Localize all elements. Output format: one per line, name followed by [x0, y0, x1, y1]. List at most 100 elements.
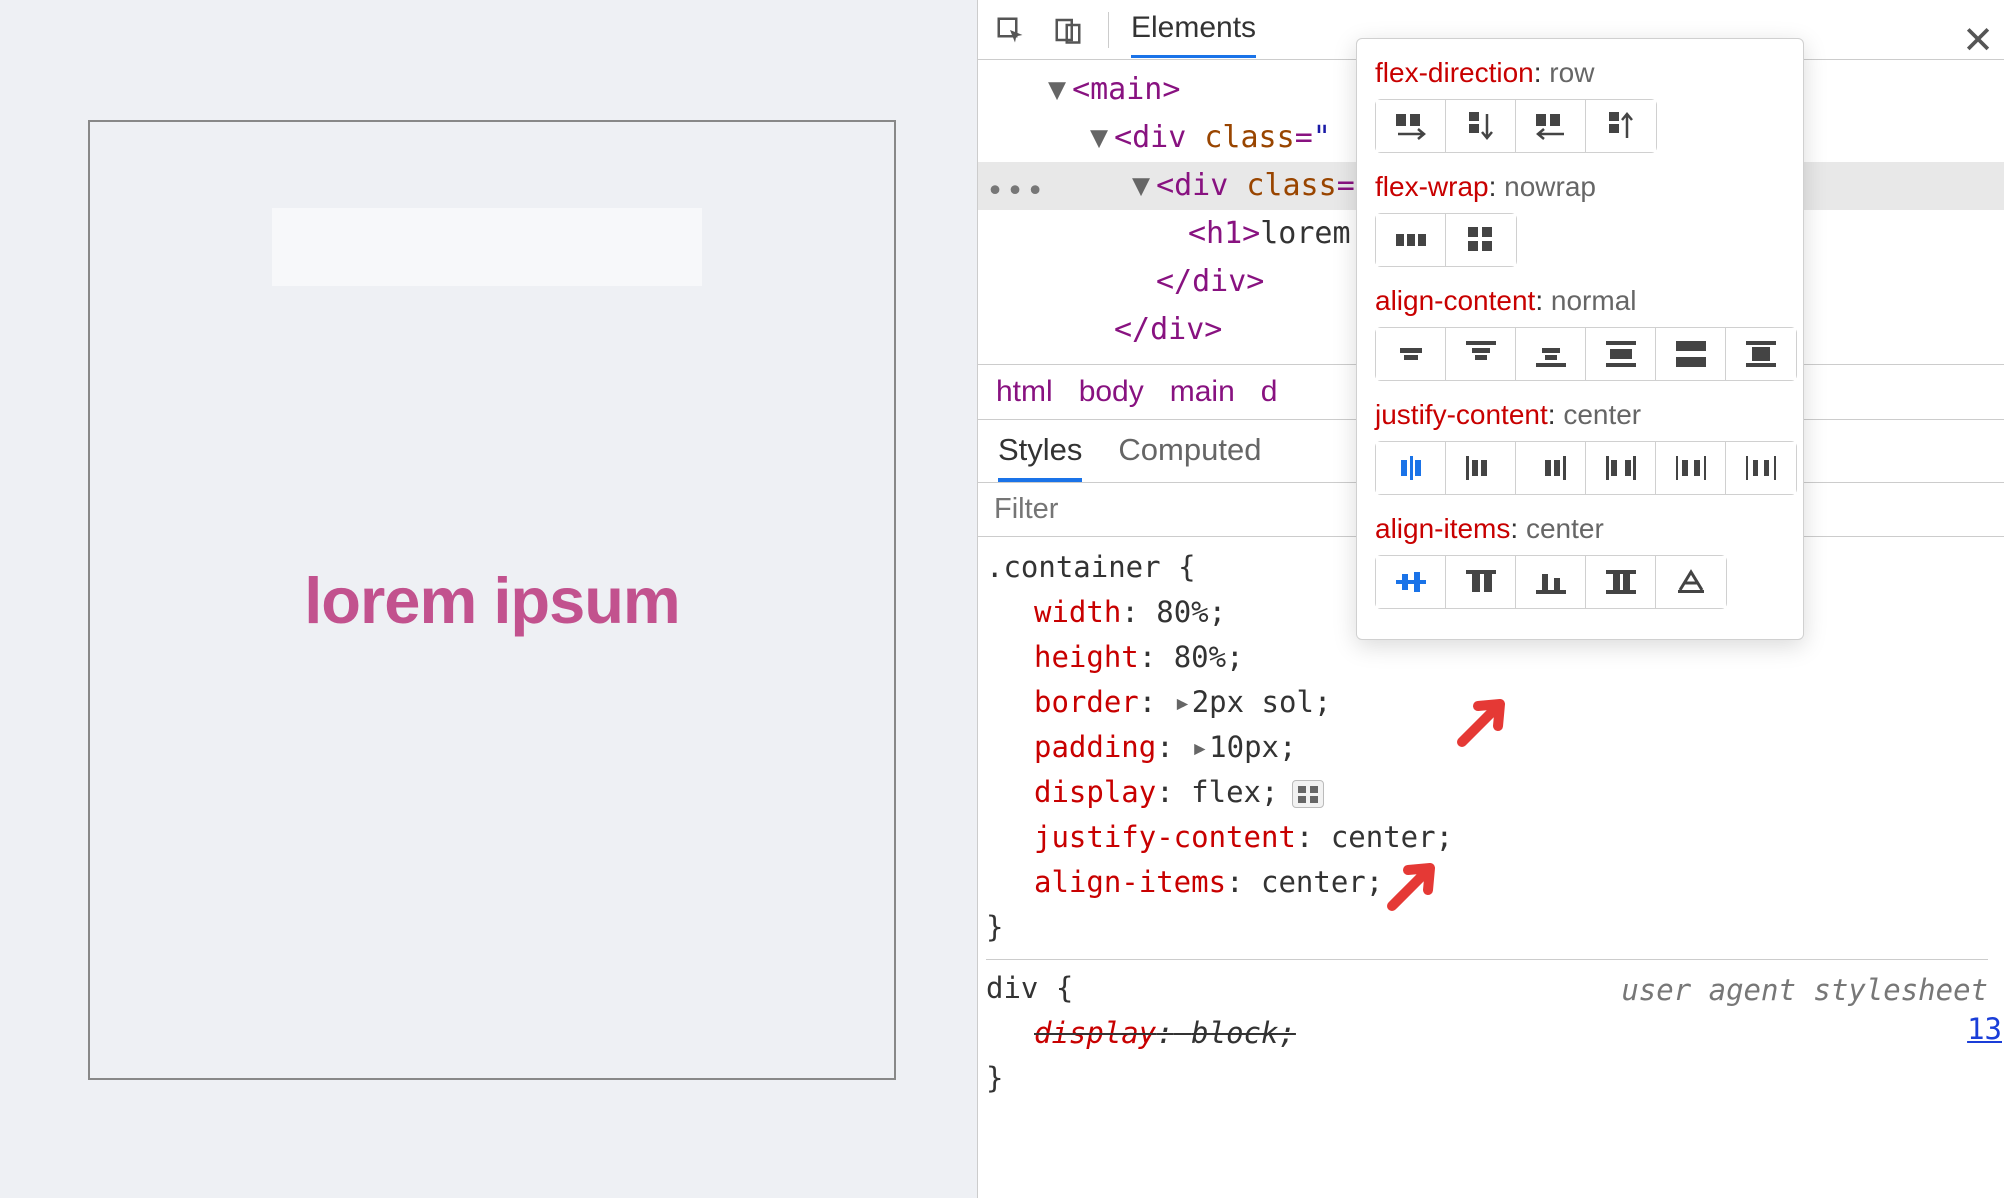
flex-property-name: flex-direction [1375, 57, 1534, 88]
tag-close: </div> [1156, 264, 1264, 299]
tag-main: <main> [1072, 72, 1180, 107]
tag-close: </div> [1114, 312, 1222, 347]
flex-option-justify-content-flex-end[interactable] [1516, 442, 1586, 494]
flex-option-group [1375, 213, 1517, 267]
flex-option-group [1375, 555, 1727, 609]
flex-property-value: nowrap [1504, 171, 1596, 202]
devtools-panel: ✕ Elements ▼<main> ▼<div class=" ••• ▼<d… [978, 0, 2004, 1198]
expand-triangle-icon[interactable]: ▸ [1191, 725, 1205, 770]
flex-option-flex-wrap-wrap[interactable] [1446, 214, 1516, 266]
flex-option-align-items-flex-start[interactable] [1446, 556, 1516, 608]
flex-option-align-items-baseline[interactable] [1656, 556, 1726, 608]
crumb-div[interactable]: d [1261, 375, 1278, 409]
flex-option-flex-direction-row[interactable] [1376, 100, 1446, 152]
flex-option-align-items-center[interactable] [1376, 556, 1446, 608]
flex-option-justify-content-flex-start[interactable] [1446, 442, 1516, 494]
css-declaration[interactable]: justify-content: center; [1034, 815, 1988, 860]
css-declaration[interactable]: height: 80%; [1034, 635, 1988, 680]
flex-option-align-content-stretch[interactable] [1726, 328, 1796, 380]
toolbar-separator [1108, 12, 1109, 48]
css-value: center [1331, 820, 1436, 854]
flex-property-name: align-content [1375, 285, 1535, 316]
disclosure-triangle-icon[interactable]: ▼ [1132, 162, 1150, 210]
annotation-arrow-icon [1456, 690, 1514, 748]
flex-option-align-content-center[interactable] [1376, 328, 1446, 380]
flex-property-value: center [1526, 513, 1604, 544]
flex-property-name: justify-content [1375, 399, 1548, 430]
flex-option-align-items-flex-end[interactable] [1516, 556, 1586, 608]
css-property: display [1034, 775, 1156, 809]
css-value: 2px sol [1192, 685, 1314, 719]
flex-property-value: row [1549, 57, 1594, 88]
attr-name: class [1204, 120, 1294, 155]
flex-property-value: normal [1551, 285, 1637, 316]
css-value: center [1261, 865, 1366, 899]
css-property: justify-content [1034, 820, 1296, 854]
css-declaration[interactable]: align-items: center; [1034, 860, 1988, 905]
inspect-element-icon[interactable] [992, 12, 1028, 48]
brace-close: } [986, 905, 1988, 950]
flexbox-editor-icon[interactable] [1292, 780, 1324, 808]
css-property: align-items [1034, 865, 1226, 899]
flex-property-name: align-items [1375, 513, 1510, 544]
flex-editor-section-flex-wrap: flex-wrap: nowrap [1375, 171, 1785, 267]
flex-option-flex-direction-row-reverse[interactable] [1516, 100, 1586, 152]
flex-option-justify-content-space-evenly[interactable] [1726, 442, 1796, 494]
tab-elements[interactable]: Elements [1131, 1, 1256, 58]
demo-container: lorem ipsum [88, 120, 896, 1080]
flex-option-group [1375, 99, 1657, 153]
flex-option-align-content-flex-start[interactable] [1446, 328, 1516, 380]
flex-option-align-content-flex-end[interactable] [1516, 328, 1586, 380]
flex-option-align-items-stretch[interactable] [1586, 556, 1656, 608]
css-declaration[interactable]: display: flex; [1034, 770, 1988, 815]
brace: { [1178, 550, 1195, 584]
source-link[interactable]: 13 [1967, 1007, 2002, 1052]
user-agent-rule: user agent stylesheet div { display: blo… [986, 959, 1988, 1101]
flex-option-align-content-space-around[interactable] [1586, 328, 1656, 380]
flex-option-flex-direction-column[interactable] [1446, 100, 1516, 152]
more-actions-icon[interactable]: ••• [986, 168, 1046, 216]
device-toolbar-icon[interactable] [1050, 12, 1086, 48]
flex-option-justify-content-center[interactable] [1376, 442, 1446, 494]
css-property: width [1034, 595, 1121, 629]
css-value: 80% [1174, 640, 1226, 674]
tab-computed[interactable]: Computed [1118, 432, 1261, 482]
flex-option-justify-content-space-around[interactable] [1656, 442, 1726, 494]
css-value: flex [1191, 775, 1261, 809]
flex-option-flex-direction-column-reverse[interactable] [1586, 100, 1656, 152]
selector-text: div [986, 971, 1038, 1005]
selector-text: .container [986, 550, 1161, 584]
css-value: 10px [1209, 730, 1279, 764]
flexbox-editor-popover: flex-direction: row flex-wrap: nowrap alig… [1356, 38, 1804, 640]
page-viewport: lorem ipsum [0, 0, 978, 1198]
flex-property-value: center [1563, 399, 1641, 430]
css-property: height [1034, 640, 1139, 674]
attr-value: " [1313, 120, 1331, 155]
flex-option-flex-wrap-nowrap[interactable] [1376, 214, 1446, 266]
flex-editor-section-align-items: align-items: center [1375, 513, 1785, 609]
annotation-arrow-icon [1386, 854, 1444, 912]
disclosure-triangle-icon[interactable]: ▼ [1048, 66, 1066, 114]
flex-editor-section-flex-direction: flex-direction: row [1375, 57, 1785, 153]
tag-div: <div [1156, 168, 1228, 203]
crumb-html[interactable]: html [996, 375, 1053, 409]
crumb-body[interactable]: body [1079, 375, 1144, 409]
flex-option-align-content-space-between[interactable] [1656, 328, 1726, 380]
flex-option-justify-content-space-between[interactable] [1586, 442, 1656, 494]
tab-styles[interactable]: Styles [998, 432, 1082, 482]
attr-name: class [1246, 168, 1336, 203]
css-property: border [1034, 685, 1139, 719]
tag-h1: <h1> [1188, 216, 1260, 251]
flex-option-group [1375, 441, 1797, 495]
close-icon[interactable]: ✕ [1962, 18, 1994, 63]
css-property: padding [1034, 730, 1156, 764]
flex-property-name: flex-wrap [1375, 171, 1489, 202]
css-property: display [1034, 1016, 1156, 1050]
disclosure-triangle-icon[interactable]: ▼ [1090, 114, 1108, 162]
css-value: block [1191, 1016, 1278, 1050]
flex-editor-section-align-content: align-content: normal [1375, 285, 1785, 381]
demo-heading: lorem ipsum [304, 563, 679, 638]
crumb-main[interactable]: main [1170, 375, 1235, 409]
expand-triangle-icon[interactable]: ▸ [1174, 680, 1188, 725]
text-node: lorem [1260, 216, 1350, 251]
